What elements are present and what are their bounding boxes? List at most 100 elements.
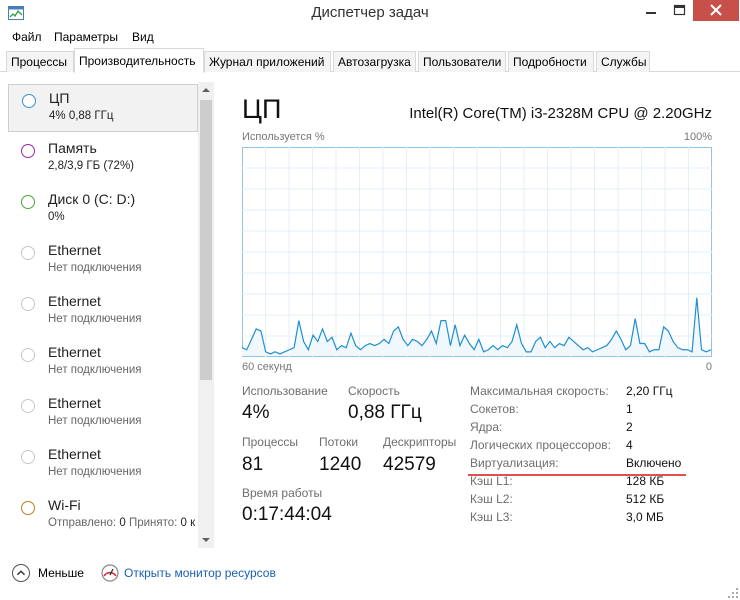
sidebar-item-ethernet[interactable]: Ethernet Нет подключения	[8, 390, 198, 440]
maximize-icon	[673, 4, 686, 16]
sidebar-item-label: Ethernet	[48, 395, 101, 411]
wifi-sent-label: Отправлено:	[48, 517, 117, 529]
detail-value: 4	[626, 438, 633, 452]
resource-sidebar: ЦП 4% 0,88 ГГц Память 2,8/3,9 ГБ (72%) Д…	[4, 82, 214, 548]
sidebar-item-ethernet[interactable]: Ethernet Нет подключения	[8, 339, 198, 389]
menu-file[interactable]: Файл	[12, 30, 42, 44]
sidebar-item-label: ЦП	[49, 90, 70, 106]
sidebar-item-cpu[interactable]: ЦП 4% 0,88 ГГц	[8, 84, 198, 132]
tab-bar: Процессы Производительность Журнал прило…	[0, 48, 740, 73]
speed-label: Скорость	[348, 384, 400, 398]
tab-app-history[interactable]: Журнал приложений	[204, 51, 331, 72]
detail-label: Ядра:	[470, 420, 503, 434]
memory-circle-icon	[21, 144, 35, 158]
sidebar-item-detail: Отправлено: 0 Принято: 0 к	[48, 517, 195, 529]
detail-value: 1	[626, 402, 633, 416]
detail-value: 128 КБ	[626, 474, 665, 488]
detail-label: Кэш L1:	[470, 474, 513, 488]
detail-label: Кэш L3:	[470, 510, 513, 524]
scroll-down-icon[interactable]	[198, 532, 214, 548]
title-bar: Диспетчер задач	[0, 0, 740, 28]
open-resource-monitor-link[interactable]: Открыть монитор ресурсов	[124, 566, 276, 580]
minimize-button[interactable]	[637, 0, 665, 21]
sidebar-item-label: Ethernet	[48, 344, 101, 360]
tab-startup[interactable]: Автозагрузка	[333, 51, 416, 72]
sidebar-item-wifi[interactable]: Wi-Fi Отправлено: 0 Принято: 0 к	[8, 492, 198, 542]
resource-monitor-icon	[101, 564, 119, 582]
collapse-chevron-icon[interactable]	[12, 564, 30, 582]
menu-bar: Файл Параметры Вид	[0, 28, 740, 48]
close-icon	[710, 4, 722, 16]
handles-value: 42579	[383, 454, 436, 475]
sidebar-item-ethernet[interactable]: Ethernet Нет подключения	[8, 288, 198, 338]
detail-label: Кэш L2:	[470, 492, 513, 506]
wifi-circle-icon	[21, 501, 35, 515]
maximize-button[interactable]	[665, 0, 693, 21]
menu-options[interactable]: Параметры	[54, 30, 118, 44]
graph-time-label: 60 секунд	[242, 361, 292, 373]
close-button[interactable]	[693, 0, 739, 21]
sidebar-item-detail: Нет подключения	[48, 262, 142, 274]
sidebar-item-disk[interactable]: Диск 0 (C: D:) 0%	[8, 186, 198, 236]
detail-label: Сокетов:	[470, 402, 519, 416]
handles-label: Дескрипторы	[383, 435, 457, 449]
sidebar-item-detail: 0%	[48, 211, 65, 223]
tab-details[interactable]: Подробности	[508, 51, 594, 72]
wifi-recv-label: Принято:	[128, 517, 178, 529]
usage-value: 4%	[242, 402, 270, 423]
fewer-details-button[interactable]: Меньше	[38, 566, 84, 580]
sidebar-item-ethernet[interactable]: Ethernet Нет подключения	[8, 441, 198, 491]
cpu-circle-icon	[22, 94, 36, 108]
usage-label: Использование	[242, 384, 328, 398]
sidebar-item-detail: 2,8/3,9 ГБ (72%)	[48, 160, 135, 172]
detail-value: 2,20 ГГц	[626, 384, 673, 398]
resize-grip-icon[interactable]	[728, 588, 738, 598]
tab-performance[interactable]: Производительность	[74, 48, 204, 73]
wifi-recv-value: 0 к	[180, 517, 196, 529]
uptime-value: 0:17:44:04	[242, 504, 332, 525]
tab-processes[interactable]: Процессы	[6, 51, 74, 72]
sidebar-item-detail: Нет подключения	[48, 466, 142, 478]
cpu-panel: ЦП Intel(R) Core(TM) i3-2328M CPU @ 2.20…	[230, 82, 730, 548]
sidebar-item-label: Wi-Fi	[48, 497, 81, 513]
sidebar-item-detail: Нет подключения	[48, 415, 142, 427]
processes-value: 81	[242, 454, 264, 475]
sidebar-item-label: Память	[48, 140, 97, 156]
menu-view[interactable]: Вид	[132, 30, 154, 44]
threads-label: Потоки	[319, 435, 359, 449]
ethernet-circle-icon	[21, 348, 35, 362]
graph-max-label: 100%	[683, 131, 712, 143]
sidebar-item-ethernet[interactable]: Ethernet Нет подключения	[8, 237, 198, 287]
ethernet-circle-icon	[21, 297, 35, 311]
threads-value: 1240	[319, 454, 362, 475]
minimize-icon	[646, 12, 656, 14]
ethernet-circle-icon	[21, 246, 35, 260]
scroll-up-icon[interactable]	[198, 82, 214, 98]
sidebar-item-memory[interactable]: Память 2,8/3,9 ГБ (72%)	[8, 135, 198, 185]
sidebar-item-label: Диск 0 (C: D:)	[48, 191, 136, 207]
scroll-thumb[interactable]	[200, 100, 212, 380]
detail-label: Виртуализация:	[470, 456, 559, 470]
sidebar-scrollbar[interactable]	[198, 82, 214, 548]
detail-value: 512 КБ	[626, 492, 665, 506]
tab-services[interactable]: Службы	[596, 51, 650, 72]
ethernet-circle-icon	[21, 399, 35, 413]
sidebar-item-label: Ethernet	[48, 446, 101, 462]
detail-value: Включено	[626, 456, 682, 470]
speed-value: 0,88 ГГц	[348, 402, 422, 423]
window-title: Диспетчер задач	[311, 4, 429, 21]
cpu-usage-graph	[242, 147, 712, 357]
sidebar-item-detail: Нет подключения	[48, 364, 142, 376]
ethernet-circle-icon	[21, 450, 35, 464]
detail-label: Максимальная скорость:	[470, 384, 609, 398]
sidebar-item-detail: Нет подключения	[48, 313, 142, 325]
sidebar-item-label: Ethernet	[48, 293, 101, 309]
tab-users[interactable]: Пользователи	[418, 51, 506, 72]
uptime-label: Время работы	[242, 486, 323, 500]
processes-label: Процессы	[242, 435, 299, 449]
detail-value: 2	[626, 420, 633, 434]
wifi-sent-value: 0	[119, 517, 126, 529]
sidebar-item-detail: 4% 0,88 ГГц	[49, 110, 114, 122]
graph-label: Используется %	[242, 131, 325, 143]
detail-label: Логических процессоров:	[470, 438, 611, 452]
